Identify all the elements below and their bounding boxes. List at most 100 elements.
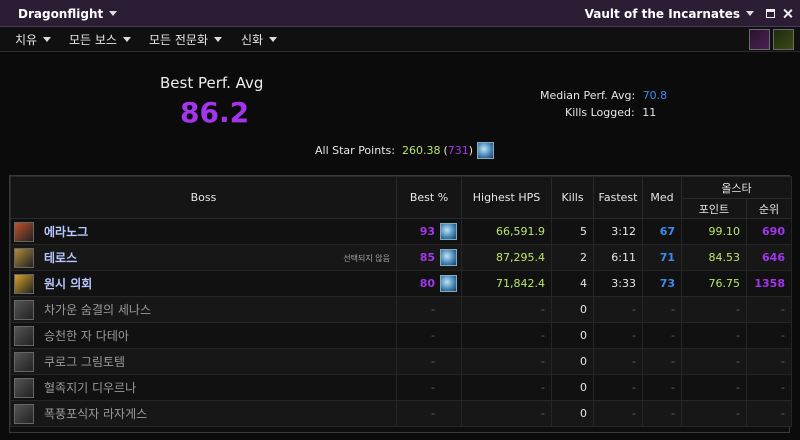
best-percent: - — [431, 381, 435, 394]
highest-hps: - — [461, 348, 552, 375]
boss-name[interactable]: 쿠로그 그림토템 — [44, 355, 125, 369]
boss-cell[interactable]: 에라노그 — [10, 218, 397, 245]
allstar-rank: 646 — [746, 244, 792, 271]
best-percent: 80 — [419, 277, 435, 290]
allstar-rank: - — [746, 322, 792, 349]
median-percent: 71 — [642, 244, 682, 271]
dathea-icon — [14, 326, 34, 346]
best-cell: - — [396, 400, 462, 427]
table-row[interactable]: 쿠로그 그림토템 - -0- - - - — [10, 348, 792, 375]
median-perf-row: Median Perf. Avg: 70.8 — [540, 89, 667, 102]
median-perf-value: 70.8 — [642, 89, 668, 102]
col-header-boss[interactable]: Boss — [10, 176, 397, 219]
col-header-hps[interactable]: Highest HPS — [461, 176, 552, 219]
col-header-best[interactable]: Best % — [396, 176, 462, 219]
maximize-icon[interactable] — [766, 9, 775, 18]
boss-name[interactable]: 폭풍포식자 라자게스 — [44, 407, 147, 421]
boss-name[interactable]: 에라노그 — [44, 225, 88, 239]
best-perf-label: Best Perf. Avg — [160, 74, 264, 92]
median-percent: - — [642, 296, 682, 323]
raid-label: Vault of the Incarnates — [584, 6, 740, 21]
all-star-row: All Star Points: 260.38 (731) — [315, 142, 495, 159]
spec-icon[interactable] — [440, 275, 457, 292]
allstar-points: - — [681, 400, 747, 427]
col-header-med[interactable]: Med — [642, 176, 682, 219]
col-header-points[interactable]: 포인트 — [681, 198, 747, 219]
boss-name[interactable]: 승천한 자 다테아 — [44, 329, 129, 343]
allstar-points: 99.10 — [681, 218, 747, 245]
boss-cell[interactable]: 테로스 선택되지 않음 — [10, 244, 397, 271]
kills-count: 4 — [551, 270, 594, 297]
best-perf-value: 86.2 — [180, 96, 250, 129]
boss-cell[interactable]: 혈족지기 디우르나 — [10, 374, 397, 401]
top-bar: Dragonflight Vault of the Incarnates — [0, 0, 800, 27]
best-cell: 93 — [396, 218, 462, 245]
table-row[interactable]: 원시 의회 80 71,842.4 4 3:33 73 76.75 1358 — [10, 270, 792, 297]
table-row[interactable]: 승천한 자 다테아 - -0- - - - — [10, 322, 792, 349]
kills-count: 0 — [551, 348, 594, 375]
boss-cell[interactable]: 승천한 자 다테아 — [10, 322, 397, 349]
table-row[interactable]: 혈족지기 디우르나 - -0- - - - — [10, 374, 792, 401]
boss-cell[interactable]: 폭풍포식자 라자게스 — [10, 400, 397, 427]
boss-cell[interactable]: 원시 의회 — [10, 270, 397, 297]
filter-menu-bar: 치유 모든 보스 모든 전문화 신화 — [0, 27, 800, 52]
highest-hps: - — [461, 374, 552, 401]
median-percent: 73 — [642, 270, 682, 297]
allstar-points: - — [681, 374, 747, 401]
kills-count: 0 — [551, 400, 594, 427]
menu-difficulty-dropdown[interactable]: 신화 — [241, 27, 278, 52]
kills-logged-value: 11 — [642, 106, 657, 119]
best-cell: - — [396, 296, 462, 323]
allstar-points: - — [681, 322, 747, 349]
table-row[interactable]: 에라노그 93 66,591.9 5 3:12 67 99.10 690 — [10, 218, 792, 245]
boss-cell[interactable]: 쿠로그 그림토템 — [10, 348, 397, 375]
table-row[interactable]: 테로스 선택되지 않음 85 87,295.4 2 6:11 71 84.53 646 — [10, 244, 792, 271]
col-header-rank[interactable]: 순위 — [746, 198, 792, 219]
sennarth-icon — [14, 300, 34, 320]
raid-dropdown[interactable]: Vault of the Incarnates — [585, 0, 754, 27]
allstar-rank: - — [746, 374, 792, 401]
highest-hps: 71,842.4 — [461, 270, 552, 297]
highest-hps: - — [461, 322, 552, 349]
all-star-points: 260.38 — [401, 144, 441, 157]
spec-icon[interactable] — [440, 249, 457, 266]
close-icon[interactable] — [783, 9, 792, 18]
table-row[interactable]: 폭풍포식자 라자게스 - -0- - - - — [10, 400, 792, 427]
boss-name[interactable]: 혈족지기 디우르나 — [44, 381, 136, 395]
best-cell: - — [396, 374, 462, 401]
menu-role-dropdown[interactable]: 치유 — [15, 27, 52, 52]
menu-role-label: 치유 — [15, 33, 38, 47]
best-cell: - — [396, 322, 462, 349]
boss-cell[interactable]: 차가운 숨결의 세나스 — [10, 296, 397, 323]
boss-table: Boss Best % Highest HPS Kills Fastest Me… — [9, 175, 792, 433]
menu-spec-label: 모든 전문화 — [149, 33, 209, 47]
allstar-rank: 1358 — [746, 270, 792, 297]
highest-hps: 66,591.9 — [461, 218, 552, 245]
spec-icon[interactable] — [440, 223, 457, 240]
allstar-rank: - — [746, 348, 792, 375]
key-icon[interactable] — [773, 29, 794, 50]
menu-boss-label: 모든 보스 — [69, 33, 117, 47]
table-row[interactable]: 차가운 숨결의 세나스 - -0- - - - — [10, 296, 792, 323]
expansion-dropdown[interactable]: Dragonflight — [18, 0, 118, 27]
col-header-fastest[interactable]: Fastest — [593, 176, 643, 219]
menu-spec-dropdown[interactable]: 모든 전문화 — [149, 27, 223, 52]
highest-hps: - — [461, 296, 552, 323]
raszageth-icon — [14, 404, 34, 424]
boss-name[interactable]: 테로스 — [44, 251, 77, 265]
col-header-kills[interactable]: Kills — [551, 176, 594, 219]
fastest-time: 3:12 — [593, 218, 643, 245]
boss-name[interactable]: 원시 의회 — [44, 277, 92, 291]
boss-name[interactable]: 차가운 숨결의 세나스 — [44, 303, 151, 317]
candles-icon[interactable] — [749, 29, 770, 50]
fastest-time: - — [593, 348, 643, 375]
best-percent: - — [431, 407, 435, 420]
spec-icon[interactable] — [477, 142, 495, 159]
best-cell: 85 — [396, 244, 462, 271]
menu-boss-dropdown[interactable]: 모든 보스 — [69, 27, 131, 52]
summary-panel: Best Perf. Avg 86.2 Median Perf. Avg: 70… — [8, 54, 792, 170]
all-star-rank: 731 — [447, 144, 469, 157]
allstar-points: 84.53 — [681, 244, 747, 271]
fastest-time: 6:11 — [593, 244, 643, 271]
kills-count: 5 — [551, 218, 594, 245]
